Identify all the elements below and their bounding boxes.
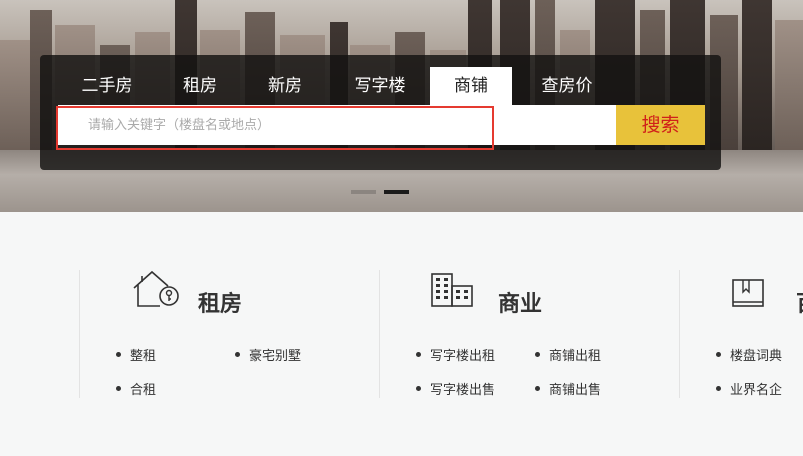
tab-second-hand[interactable]: 二手房 xyxy=(72,67,142,105)
category-section: 租房 整租 豪宅别墅 合租 商业 写字楼出租 商铺出租 写字楼出售 商铺出售 楼… xyxy=(0,212,803,456)
category-title-rent: 租房 xyxy=(198,292,243,317)
category-title-commercial: 商业 xyxy=(498,292,543,317)
carousel-indicators xyxy=(351,190,411,195)
link-shared-rent[interactable]: 合租 xyxy=(115,379,156,398)
search-tabs: 二手房 租房 新房 写字楼 商铺 查房价 xyxy=(40,67,721,105)
divider xyxy=(679,270,680,398)
tab-new-house[interactable]: 新房 xyxy=(250,67,320,105)
book-icon xyxy=(732,279,764,307)
link-office-sale[interactable]: 写字楼出售 xyxy=(415,379,495,398)
carousel-dot-2[interactable] xyxy=(384,190,409,194)
link-property-dictionary[interactable]: 楼盘词典 xyxy=(715,345,782,364)
carousel-dot-1[interactable] xyxy=(351,190,376,194)
tab-office[interactable]: 写字楼 xyxy=(340,67,420,105)
divider xyxy=(79,270,80,398)
search-input-wrap xyxy=(58,105,633,145)
search-button[interactable]: 搜索 xyxy=(616,105,705,145)
divider xyxy=(379,270,380,398)
tab-price-check[interactable]: 查房价 xyxy=(527,67,607,105)
link-whole-rent[interactable]: 整租 xyxy=(115,345,156,364)
hero-banner: 二手房 租房 新房 写字楼 商铺 查房价 搜索 xyxy=(0,0,803,212)
buildings-icon xyxy=(431,273,473,307)
category-title-encyclopedia: 百科 xyxy=(796,286,803,318)
tab-shop[interactable]: 商铺 xyxy=(430,67,512,105)
house-key-icon xyxy=(133,270,179,307)
link-shop-rent[interactable]: 商铺出租 xyxy=(534,345,601,364)
link-luxury-villa[interactable]: 豪宅别墅 xyxy=(234,345,301,364)
search-input[interactable] xyxy=(58,105,633,145)
link-industry-companies[interactable]: 业界名企 xyxy=(715,379,782,398)
search-panel: 二手房 租房 新房 写字楼 商铺 查房价 搜索 xyxy=(40,55,721,170)
tab-rent[interactable]: 租房 xyxy=(165,67,235,105)
link-office-rent[interactable]: 写字楼出租 xyxy=(415,345,495,364)
link-shop-sale[interactable]: 商铺出售 xyxy=(534,379,601,398)
